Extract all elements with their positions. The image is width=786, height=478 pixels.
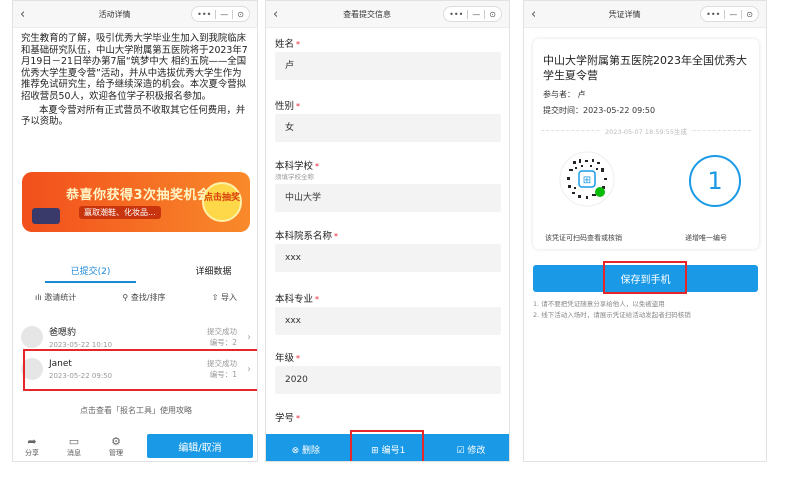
submission-info-screen: ‹ 查看提交信息 ••• — ⊙ 姓名 * 卢 性别 * 女 本科学校 * 须填学校全… xyxy=(265,0,510,462)
field-label-name: 姓名 * xyxy=(275,39,301,50)
grade-field[interactable]: 2020 xyxy=(275,366,501,394)
qr-caption: 该凭证可扫码查看或核销 xyxy=(545,234,622,242)
banner-main-text: 恭喜你获得3次抽奖机会 xyxy=(66,188,211,203)
field-label-grade: 年级 * xyxy=(275,353,301,364)
invite-stats-label: 邀请统计 xyxy=(44,293,77,302)
intro-paragraph: 究生教育的了解，吸引优秀大学毕业生加入到我院临床和基础研究队伍，中山大学附属第五… xyxy=(21,33,248,102)
modify-label: 修改 xyxy=(467,445,486,456)
upload-icon: ⇧ xyxy=(211,293,221,302)
search-sort-button[interactable]: ⚲ 查找/排序 xyxy=(122,292,165,303)
edit-icon: ☑ xyxy=(456,445,468,456)
field-label-major: 本科专业 * xyxy=(275,294,320,305)
svg-text:⊞: ⊞ xyxy=(583,175,591,186)
field-label-school: 本科学校 * xyxy=(275,161,320,172)
highlight-box xyxy=(603,261,687,294)
minimize-icon[interactable]: — xyxy=(729,10,737,19)
field-label-department: 本科院系名称 * xyxy=(275,231,339,242)
delete-icon: ⊗ xyxy=(291,445,302,456)
lottery-button[interactable]: 点击抽奖 xyxy=(202,182,242,222)
nav-title: 查看提交信息 xyxy=(343,9,392,19)
voucher-title: 中山大学附属第五医院2023年全国优秀大学生夏令营 xyxy=(543,54,747,82)
gift-image xyxy=(32,208,60,224)
submission-tabs: 已提交(2) 详细数据 xyxy=(13,263,257,283)
close-target-icon[interactable]: ⊙ xyxy=(489,10,496,19)
entry-number: 编号：2 xyxy=(209,338,237,347)
delete-button[interactable]: ⊗ 删除 xyxy=(292,443,320,456)
major-field[interactable]: xxx xyxy=(275,307,501,335)
participant: 参与者： 卢 xyxy=(543,90,586,99)
lottery-banner[interactable]: 恭喜你获得3次抽奖机会 赢取潮鞋、化妆品... 点击抽奖 xyxy=(22,172,250,232)
message-button[interactable]: ▭ 消息 xyxy=(61,435,87,458)
school-hint: 须填学校全称 xyxy=(275,173,314,181)
nav-bar: ‹ 凭证详情 ••• — ⊙ xyxy=(524,1,766,28)
back-icon[interactable]: ‹ xyxy=(20,7,38,22)
chevron-right-icon: › xyxy=(247,331,251,343)
note-2: 2. 线下活动入场时，请展示凭证给活动发起者扫码核销 xyxy=(533,311,691,319)
nav-bar: ‹ 活动详情 ••• — ⊙ xyxy=(13,1,257,28)
voucher-detail-screen: ‹ 凭证详情 ••• — ⊙ 中山大学附属第五医院2023年全国优秀大学生夏令营… xyxy=(523,0,767,462)
school-field[interactable]: 中山大学 xyxy=(275,184,501,212)
message-label: 消息 xyxy=(67,448,81,457)
name-field[interactable]: 卢 xyxy=(275,52,501,80)
chart-icon: ılı xyxy=(35,293,45,302)
nav-bar: ‹ 查看提交信息 ••• — ⊙ xyxy=(266,1,509,28)
nav-title: 凭证详情 xyxy=(608,9,641,19)
nav-title: 活动详情 xyxy=(98,9,131,19)
modify-button[interactable]: ☑ 修改 xyxy=(456,443,485,456)
mini-program-capsule[interactable]: ••• — ⊙ xyxy=(191,6,250,22)
message-icon: ▭ xyxy=(68,434,80,448)
edit-cancel-button[interactable]: 编辑/取消 xyxy=(147,434,253,458)
note-1: 1. 请不要把凭证随意分享给他人，以免被盗用 xyxy=(533,300,665,308)
submitter-name: 爸嗯豹 xyxy=(49,328,77,338)
avatar xyxy=(21,326,43,348)
delete-label: 删除 xyxy=(301,445,320,456)
share-label: 分享 xyxy=(25,448,39,457)
guide-link[interactable]: 点击查看「报名工具」使用攻略 xyxy=(13,405,257,416)
import-button[interactable]: ⇧ 导入 xyxy=(212,292,237,303)
more-icon[interactable]: ••• xyxy=(706,10,720,19)
gear-icon: ⚙ xyxy=(111,434,121,448)
highlight-box xyxy=(23,349,257,391)
minimize-icon[interactable]: — xyxy=(472,10,480,19)
list-toolbar: ılı 邀请统计 ⚲ 查找/排序 ⇧ 导入 xyxy=(13,292,257,303)
close-target-icon[interactable]: ⊙ xyxy=(237,10,244,19)
generated-time: 2023-05-07 18:59:55生成 xyxy=(533,126,759,136)
gender-field[interactable]: 女 xyxy=(275,114,501,142)
submit-time: 2023-05-22 10:10 xyxy=(49,341,113,349)
back-icon[interactable]: ‹ xyxy=(273,7,291,22)
mini-program-capsule[interactable]: ••• — ⊙ xyxy=(700,6,759,22)
department-field[interactable]: xxx xyxy=(275,244,501,272)
back-icon[interactable]: ‹ xyxy=(531,7,549,22)
manage-button[interactable]: ⚙ 管理 xyxy=(103,435,129,458)
status-text: 提交成功 xyxy=(207,327,237,336)
tab-detail-data[interactable]: 详细数据 xyxy=(168,263,257,283)
bottom-bar: ➦ 分享 ▭ 消息 ⚙ 管理 编辑/取消 xyxy=(13,429,257,461)
activity-detail-screen: ‹ 活动详情 ••• — ⊙ 究生教育的了解，吸引优秀大学毕业生加入到我院临床和… xyxy=(12,0,258,462)
mini-program-capsule[interactable]: ••• — ⊙ xyxy=(443,6,502,22)
voucher-number: 1 xyxy=(689,155,741,207)
search-icon: ⚲ xyxy=(122,293,131,302)
fee-paragraph: 本夏令营对所有正式营员不收取其它任何费用，并予以资助。 xyxy=(21,104,246,128)
tab-submitted[interactable]: 已提交(2) xyxy=(45,263,136,283)
number-caption: 递增唯一编号 xyxy=(685,234,727,242)
minimize-icon[interactable]: — xyxy=(220,10,228,19)
qr-code-icon[interactable]: ⊞ xyxy=(559,151,615,207)
field-label-student-id: 学号 * xyxy=(275,413,301,424)
search-sort-label: 查找/排序 xyxy=(130,293,166,302)
banner-sub-text: 赢取潮鞋、化妆品... xyxy=(79,206,161,219)
share-button[interactable]: ➦ 分享 xyxy=(19,435,45,458)
more-icon[interactable]: ••• xyxy=(449,10,463,19)
voucher-card: 中山大学附属第五医院2023年全国优秀大学生夏令营 参与者： 卢 提交时间：20… xyxy=(533,39,759,249)
field-label-gender: 性别 * xyxy=(275,101,301,112)
share-icon: ➦ xyxy=(27,434,37,448)
submit-time: 提交时间：2023-05-22 09:50 xyxy=(543,106,656,115)
highlight-box xyxy=(350,430,424,461)
close-target-icon[interactable]: ⊙ xyxy=(746,10,753,19)
more-icon[interactable]: ••• xyxy=(197,10,211,19)
import-label: 导入 xyxy=(220,293,237,302)
manage-label: 管理 xyxy=(109,448,123,457)
invite-stats-button[interactable]: ılı 邀请统计 xyxy=(35,292,76,303)
